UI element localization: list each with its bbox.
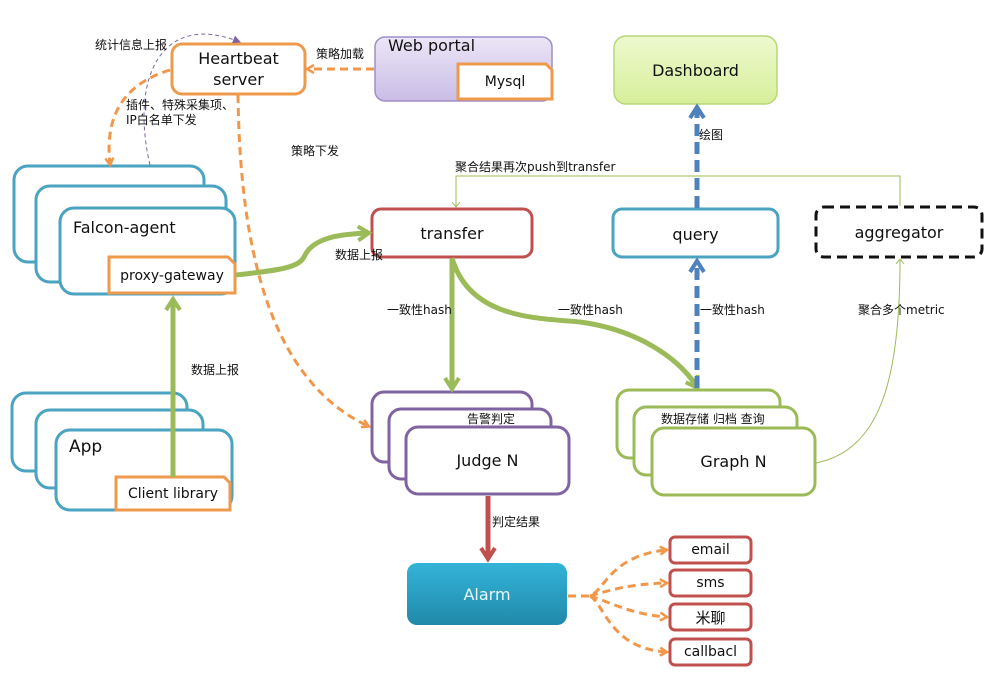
mi-liao-label: 米聊 [695,608,726,627]
label-draw: 绘图 [699,128,724,142]
mysql-label: Mysql [484,74,526,90]
label-hash-graph: 一致性hash [558,303,623,317]
edge-alarm-to-sms [589,583,666,598]
email-label: email [691,542,730,558]
app-label: App [69,437,103,457]
label-policy-dispatch: 策略下发 [291,144,340,158]
edge-alarm-to-callback [589,594,666,652]
falcon-agent-label: Falcon-agent [73,218,176,237]
query-label: query [672,224,719,244]
label-policy-load: 策略加载 [316,47,365,61]
label-hash-query: 一致性hash [700,303,765,317]
alarm-label: Alarm [463,584,511,604]
judge-caption: 告警判定 [467,412,516,426]
label-data-report-agent: 数据上报 [335,248,384,262]
label-plugin-dispatch-2: IP白名单下发 [126,113,197,127]
label-stats-report: 统计信息上报 [95,38,168,52]
edge-graph-to-aggregator [815,258,905,464]
callback-label: callbacl [683,644,738,660]
graph-caption: 数据存储 归档 查询 [661,412,765,426]
edge-alarm-to-miliao [589,594,666,617]
heartbeat-line2: server [213,70,264,89]
client-library-label: Client library [127,486,219,502]
heartbeat-server-label: Heartbeat server [172,46,305,92]
label-agg-metrics: 聚合多个metric [858,303,945,317]
label-judge-result: 判定结果 [492,515,541,529]
heartbeat-line1: Heartbeat [198,49,279,68]
label-agg-push: 聚合结果再次push到transfer [455,160,616,174]
label-hash-judge: 一致性hash [387,303,452,317]
label-plugin-dispatch-1: 插件、特殊采集项、 [126,98,235,112]
edge-transfer-to-graph [449,257,700,391]
edge-aggregator-push [451,175,901,208]
proxy-gateway-label: proxy-gateway [120,268,224,284]
dashboard-label: Dashboard [652,60,739,80]
transfer-label: transfer [420,223,484,243]
aggregator-label: aggregator [854,222,944,242]
judge-label: Judge N [456,451,519,470]
label-data-report-app: 数据上报 [191,363,240,377]
web-portal-label: Web portal [388,36,476,55]
sms-label: sms [696,575,725,591]
graph-label: Graph N [700,452,767,471]
